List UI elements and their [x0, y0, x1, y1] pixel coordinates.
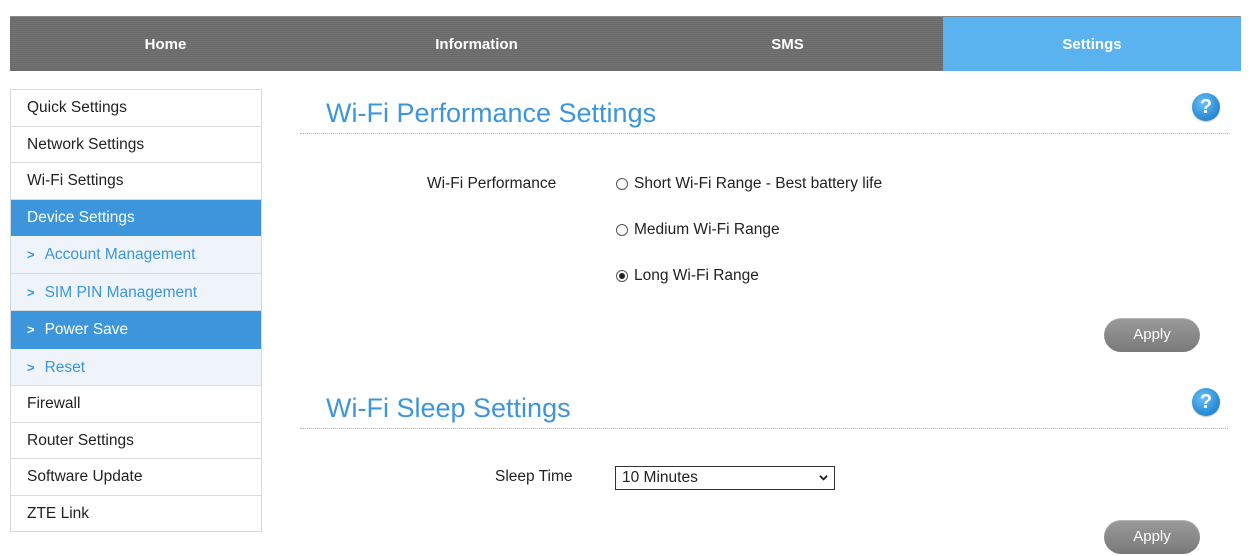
wifi-performance-label: Wi-Fi Performance: [427, 175, 557, 192]
sidebar-item-quick-settings[interactable]: Quick Settings: [11, 90, 261, 127]
chevron-right-icon: >: [27, 247, 35, 262]
sidebar: Quick Settings Network Settings Wi-Fi Se…: [10, 89, 262, 532]
sidebar-item-device-settings[interactable]: Device Settings: [11, 199, 261, 236]
sleep-section-header: Wi-Fi Sleep Settings: [300, 391, 1228, 429]
radio-label: Medium Wi-Fi Range: [634, 221, 780, 238]
main-nav: Home Information SMS Settings: [10, 16, 1241, 71]
performance-section-title: Wi-Fi Performance Settings: [326, 98, 657, 128]
sidebar-item-zte-link[interactable]: ZTE Link: [11, 496, 261, 532]
apply-sleep-button[interactable]: Apply: [1104, 520, 1200, 554]
tab-sms[interactable]: SMS: [632, 17, 943, 71]
sidebar-subitem-power-save[interactable]: > Power Save: [11, 311, 261, 349]
sidebar-subitem-label: Account Management: [44, 246, 196, 263]
sidebar-subitem-reset[interactable]: > Reset: [11, 348, 261, 386]
sleep-time-label: Sleep Time: [495, 468, 573, 485]
sidebar-subitem-label: Power Save: [44, 321, 129, 338]
radio-label: Long Wi-Fi Range: [634, 267, 759, 284]
radio-short-range[interactable]: Short Wi-Fi Range - Best battery life: [616, 175, 882, 193]
sidebar-item-wifi-settings[interactable]: Wi-Fi Settings: [11, 163, 261, 200]
sidebar-item-network-settings[interactable]: Network Settings: [11, 127, 261, 163]
chevron-down-icon: [819, 475, 828, 481]
tab-settings[interactable]: Settings: [943, 17, 1241, 71]
sidebar-subitem-label: Reset: [44, 358, 86, 376]
chevron-right-icon: >: [27, 359, 35, 375]
sleep-section-title: Wi-Fi Sleep Settings: [326, 393, 571, 423]
sidebar-item-firewall[interactable]: Firewall: [11, 386, 261, 423]
sidebar-subitem-label: SIM PIN Management: [44, 283, 198, 301]
sidebar-item-router-settings[interactable]: Router Settings: [11, 423, 261, 459]
sidebar-subitem-account-management[interactable]: > Account Management: [11, 236, 261, 274]
apply-performance-button[interactable]: Apply: [1104, 318, 1200, 352]
radio-long-range[interactable]: Long Wi-Fi Range: [616, 267, 759, 285]
radio-label: Short Wi-Fi Range - Best battery life: [634, 175, 883, 192]
question-mark-icon[interactable]: ?: [1192, 93, 1220, 121]
chevron-right-icon: >: [27, 284, 35, 300]
tab-information[interactable]: Information: [321, 17, 632, 71]
performance-section-header: Wi-Fi Performance Settings: [300, 96, 1228, 134]
radio-medium-range[interactable]: Medium Wi-Fi Range: [616, 221, 780, 239]
tab-home[interactable]: Home: [10, 17, 321, 71]
radio-button[interactable]: [616, 178, 628, 190]
sleep-time-select[interactable]: 10 Minutes: [615, 466, 835, 490]
radio-button[interactable]: [616, 224, 628, 236]
sidebar-subitem-sim-pin-management[interactable]: > SIM PIN Management: [11, 273, 261, 311]
sidebar-item-software-update[interactable]: Software Update: [11, 459, 261, 496]
sleep-time-value: 10 Minutes: [622, 469, 698, 486]
chevron-right-icon: >: [27, 322, 35, 337]
radio-button-selected[interactable]: [616, 270, 628, 282]
question-mark-icon[interactable]: ?: [1192, 388, 1220, 416]
